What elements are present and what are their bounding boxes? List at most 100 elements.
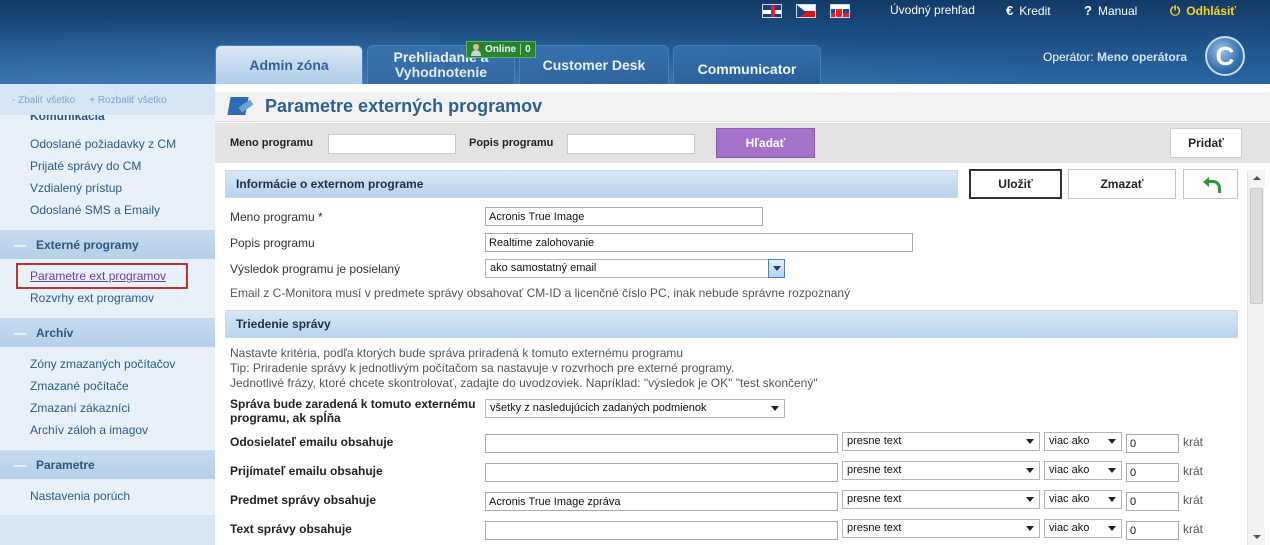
chevron-down-icon [1108, 468, 1116, 473]
assign-condition-label: Správa bude zaradená k tomuto externému p… [230, 397, 476, 425]
user-icon [470, 43, 482, 56]
assign-condition-select[interactable]: všetky z nasledujúcich zadaných podmieno… [485, 399, 785, 418]
body-compare-select[interactable]: viac ako [1044, 519, 1122, 538]
sender-match-select[interactable]: presne text [842, 432, 1040, 451]
scroll-up-icon[interactable] [1248, 170, 1265, 187]
tab-customer-desk[interactable]: Customer Desk [519, 45, 669, 84]
chevron-down-icon [768, 259, 785, 278]
sidebar-section-archive[interactable]: — Archív [0, 317, 215, 347]
sender-compare-select[interactable]: viac ako [1044, 432, 1122, 451]
program-form: Informácie o externom programe Meno prog… [225, 170, 1238, 545]
recipient-input[interactable] [485, 463, 838, 482]
highlight-box [16, 263, 188, 289]
result-label: Výsledok programu je posielaný [230, 262, 401, 276]
minus-icon: — [14, 457, 26, 472]
communication-list: Odoslané požiadavky z CM Prijaté správy … [0, 127, 215, 229]
sidebar-item-ext-program-schedules[interactable]: Rozvrhy ext programov [30, 287, 215, 309]
sidebar-item-deleted-computers[interactable]: Zmazané počítače [30, 375, 215, 397]
subject-match-select[interactable]: presne text [842, 490, 1040, 509]
collapse-controls: - Zbaliť všetko + Rozbaliť všetko [0, 84, 215, 115]
body-match-select[interactable]: presne text [842, 519, 1040, 538]
sidebar-item-fault-settings[interactable]: Nastavenia porúch [30, 485, 215, 507]
sender-input[interactable] [485, 434, 838, 453]
program-name-label: Meno programu * [230, 210, 323, 224]
subject-count-input[interactable] [1126, 492, 1179, 511]
body-input[interactable] [485, 521, 838, 540]
sidebar: - Zbaliť všetko + Rozbaliť všetko Komuni… [0, 84, 215, 545]
back-button[interactable] [1183, 169, 1238, 199]
sender-count-input[interactable] [1126, 434, 1179, 453]
tools-icon [229, 95, 255, 119]
recipient-count-input[interactable] [1126, 463, 1179, 482]
add-button[interactable]: Pridať [1170, 128, 1242, 158]
search-name-label: Meno programu [230, 137, 314, 149]
tab-communicator[interactable]: Communicator [673, 45, 821, 84]
search-name-input[interactable] [328, 134, 456, 154]
operator-name[interactable]: Meno operátora [1097, 50, 1187, 64]
language-switcher [762, 4, 850, 18]
logout-link[interactable]: ⏻ Odhlásiť [1170, 3, 1236, 19]
sidebar-item-deleted-customers[interactable]: Zmazaní zákazníci [30, 397, 215, 419]
manual-link[interactable]: ? Manual [1084, 3, 1137, 18]
tab-admin-zone[interactable]: Admin zóna [215, 45, 363, 84]
program-name-input[interactable] [485, 207, 763, 226]
search-bar: Meno programu Popis programu Hľadať Prid… [215, 123, 1270, 163]
chevron-down-icon [1108, 526, 1116, 531]
sidebar-item-deleted-zones[interactable]: Zóny zmazaných počítačov [30, 353, 215, 375]
sort-section-header: Triedenie správy [225, 310, 1238, 338]
subject-compare-select[interactable]: viac ako [1044, 490, 1122, 509]
parameters-list: Nastavenia porúch [0, 479, 215, 515]
condition-row-recipient: Prijímateľ emailu obsahuje presne text v… [225, 458, 1238, 487]
online-count: 0 [520, 44, 535, 55]
chevron-down-icon [1026, 468, 1034, 473]
page-header: Parametre externých programov [215, 92, 1270, 122]
czech-flag-icon[interactable] [796, 4, 816, 18]
vertical-scrollbar[interactable] [1247, 170, 1265, 545]
expand-all-link[interactable]: + Rozbaliť všetko [89, 95, 166, 115]
sidebar-section-parameters[interactable]: — Parametre [0, 449, 215, 479]
uk-flag-icon[interactable] [762, 4, 782, 18]
sidebar-item-remote-access[interactable]: Vzdialený prístup [30, 177, 215, 199]
sidebar-item-ext-program-params[interactable]: Parametre ext programov [16, 263, 215, 289]
save-button[interactable]: Uložiť [969, 169, 1062, 199]
sidebar-item-sent-sms-emails[interactable]: Odoslané SMS a Emaily [30, 199, 215, 221]
online-status-badge[interactable]: Online 0 [466, 41, 536, 58]
search-desc-input[interactable] [567, 134, 695, 154]
program-desc-input[interactable] [485, 233, 913, 252]
chevron-down-icon [1108, 439, 1116, 444]
search-button[interactable]: Hľadať [716, 128, 815, 158]
sidebar-section-communication[interactable]: Komunikácia [0, 115, 215, 127]
archive-list: Zóny zmazaných počítačov Zmazané počítač… [0, 347, 215, 449]
condition-row-subject: Predmet správy obsahuje presne text viac… [225, 487, 1238, 516]
condition-row-body: Text správy obsahuje presne text viac ak… [225, 516, 1238, 545]
minus-icon: — [14, 325, 26, 340]
condition-row-sender: Odosielateľ emailu obsahuje presne text … [225, 429, 1238, 458]
sidebar-item-received-messages[interactable]: Prijaté správy do CM [30, 155, 215, 177]
sidebar-item-sent-requests[interactable]: Odoslané požiadavky z CM [30, 133, 215, 155]
scroll-down-icon[interactable] [1248, 528, 1265, 545]
program-desc-label: Popis programu [230, 236, 315, 250]
recipient-compare-select[interactable]: viac ako [1044, 461, 1122, 480]
app-header: Úvodný prehľad € Kredit ? Manual ⏻ Odhlásiť… [0, 0, 1270, 84]
credit-link[interactable]: € Kredit [1006, 3, 1051, 18]
power-icon: ⏻ [1170, 3, 1181, 18]
minus-icon: — [14, 237, 26, 252]
scroll-thumb[interactable] [1250, 188, 1263, 304]
slovak-flag-icon[interactable] [830, 4, 850, 18]
delete-button[interactable]: Zmazať [1068, 169, 1176, 199]
home-overview-link[interactable]: Úvodný prehľad [890, 3, 975, 17]
body-count-input[interactable] [1126, 521, 1179, 540]
external-programs-list: Parametre ext programov Rozvrhy ext prog… [0, 259, 215, 317]
collapse-all-link[interactable]: - Zbaliť všetko [12, 95, 75, 115]
undo-icon [1202, 177, 1221, 193]
subject-input[interactable] [485, 492, 838, 511]
sidebar-item-backup-archive[interactable]: Archív záloh a imagov [30, 419, 215, 441]
sidebar-section-external-programs[interactable]: — Externé programy [0, 229, 215, 259]
result-select[interactable]: ako samostatný email [485, 259, 785, 278]
sort-tips: Nastavte kritéria, podľa ktorých bude sp… [230, 346, 818, 390]
euro-icon: € [1006, 3, 1014, 18]
recipient-match-select[interactable]: presne text [842, 461, 1040, 480]
chevron-down-icon [1026, 526, 1034, 531]
help-icon: ? [1084, 3, 1092, 18]
chevron-down-icon [771, 406, 779, 411]
